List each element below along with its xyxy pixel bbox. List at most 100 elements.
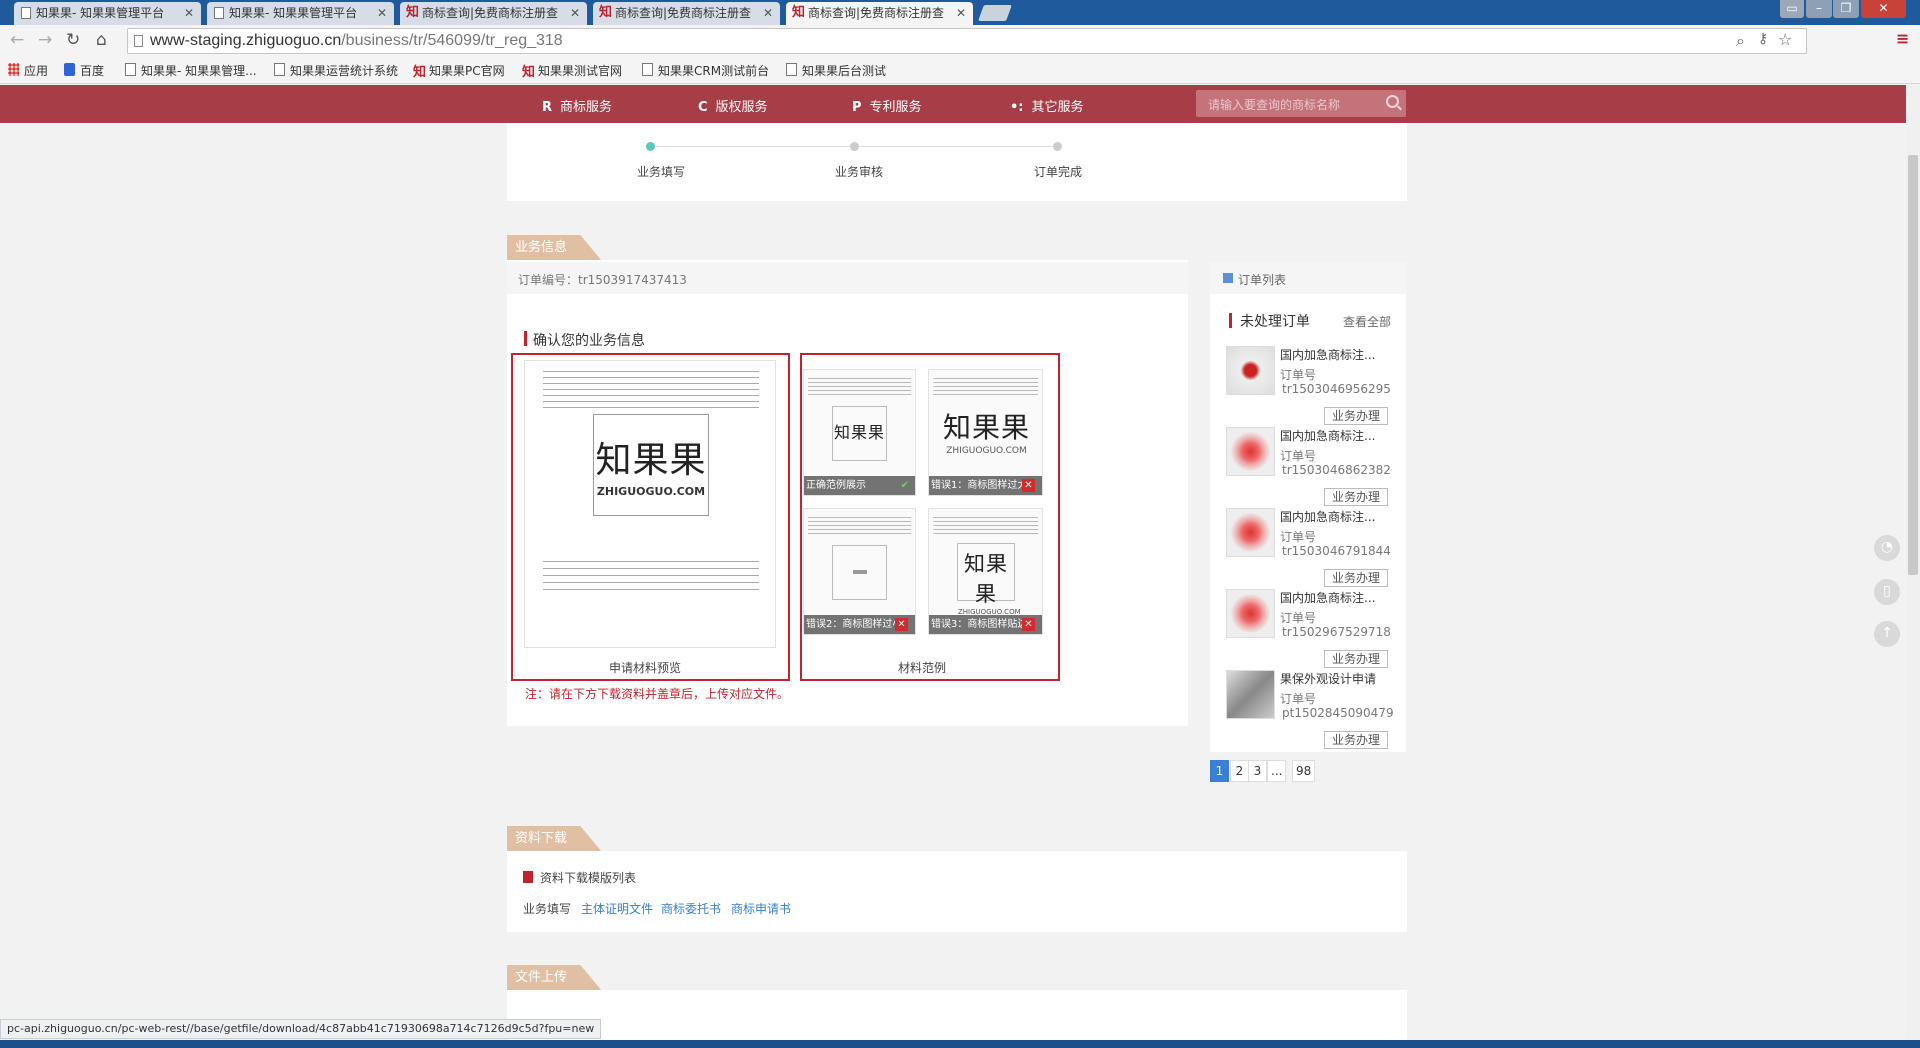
chat-icon[interactable]: ◔ — [1874, 535, 1900, 561]
search-icon[interactable] — [1386, 95, 1399, 108]
bookmark-ops-stats[interactable]: 知果果运营统计系统 — [274, 62, 398, 79]
doc-text-lines — [543, 561, 759, 591]
maximize-button[interactable]: ❐ — [1833, 0, 1859, 18]
file-icon — [523, 871, 533, 883]
order-label: 订单号 — [1280, 368, 1317, 382]
order-title[interactable]: 国内加急商标注... — [1280, 427, 1375, 444]
star-icon[interactable]: ☆ — [1778, 30, 1792, 49]
close-icon[interactable]: ✕ — [570, 2, 580, 24]
process-order-button[interactable]: 业务办理 — [1324, 569, 1388, 587]
order-item: 果保外观设计申请 订单号 pt1502845090479 业务办理 — [1226, 670, 1394, 751]
copyright-icon: C — [698, 100, 708, 115]
forward-icon[interactable]: → — [38, 30, 52, 50]
zoom-icon[interactable]: ⌕ — [1736, 31, 1745, 51]
progress-steps-panel — [507, 123, 1407, 201]
close-icon[interactable]: ✕ — [184, 2, 194, 24]
download-link-power-of-attorney[interactable]: 商标委托书 — [661, 900, 721, 917]
browser-toolbar: ← → ↻ ⌂ www-staging.zhiguoguo.cn/busines… — [0, 25, 1920, 58]
process-order-button[interactable]: 业务办理 — [1324, 407, 1388, 425]
order-title[interactable]: 国内加急商标注... — [1280, 589, 1375, 606]
minimize-button[interactable]: – — [1806, 0, 1832, 18]
example-caption: 错误3：商标图样贴边 ✕ — [929, 615, 1042, 634]
address-bar[interactable]: www-staging.zhiguoguo.cn/business/tr/546… — [127, 28, 1807, 54]
process-order-button[interactable]: 业务办理 — [1324, 731, 1388, 749]
order-item: 国内加急商标注... 订单号 tr1503046862382 业务办理 — [1226, 427, 1394, 508]
bookmark-label: 知果果后台测试 — [802, 64, 887, 78]
nav-other-services[interactable]: •: 其它服务 — [1010, 96, 1084, 115]
browser-tab-label: 知果果- 知果果管理平台 — [229, 6, 358, 20]
step-label: 订单完成 — [1034, 165, 1083, 179]
nav-trademark-services[interactable]: R 商标服务 — [542, 96, 612, 115]
bookmark-baidu[interactable]: 百度 — [64, 62, 104, 79]
page-button-current[interactable]: 1 — [1210, 760, 1229, 782]
process-order-button[interactable]: 业务办理 — [1324, 488, 1388, 506]
bookmark-label: 知果果- 知果果管理... — [141, 64, 257, 78]
example-touching-edge[interactable]: 知果果 ZHIGUOGUO.COM 错误3：商标图样贴边 ✕ — [928, 508, 1043, 635]
new-tab-button[interactable] — [978, 5, 1012, 21]
application-preview-doc[interactable]: 知果果 ZHIGUOGUO.COM — [524, 360, 776, 648]
page-button[interactable]: 2 — [1230, 760, 1249, 782]
nav-patent-services[interactable]: P 专利服务 — [852, 96, 922, 115]
patent-icon: P — [852, 100, 862, 115]
bookmark-test-site[interactable]: 知知果果测试官网 — [522, 62, 622, 80]
other-services-icon: •: — [1010, 100, 1024, 115]
trademark-search-input[interactable]: 请输入要查询的商标名称 — [1196, 90, 1406, 117]
bookmark-label: 知果果CRM测试前台 — [658, 64, 770, 78]
key-icon[interactable]: ⚷ — [1758, 31, 1768, 47]
order-title[interactable]: 国内加急商标注... — [1280, 508, 1375, 525]
reload-icon[interactable]: ↻ — [66, 30, 80, 50]
doc-text-lines — [933, 517, 1038, 535]
close-icon[interactable]: ✕ — [377, 2, 387, 24]
page-button[interactable]: 3 — [1248, 760, 1267, 782]
browser-tab-3[interactable]: 知 商标查询|免费商标注册查 ✕ — [400, 2, 587, 25]
browser-tab-2[interactable]: 知果果- 知果果管理平台 ✕ — [207, 2, 394, 25]
close-icon[interactable]: ✕ — [763, 2, 773, 24]
download-link-entity-proof[interactable]: 主体证明文件 — [581, 900, 653, 917]
logo-en: ZHIGUOGUO.COM — [946, 446, 1027, 456]
scrollbar-thumb[interactable] — [1908, 155, 1918, 575]
order-label: 订单号 — [1280, 611, 1317, 625]
nav-copyright-services[interactable]: C 版权服务 — [698, 96, 768, 115]
download-link-application-form[interactable]: 商标申请书 — [731, 900, 791, 917]
apps-icon — [8, 63, 19, 76]
rose-thumbnail — [1226, 589, 1275, 638]
browser-tab-1[interactable]: 知果果- 知果果管理平台 ✕ — [14, 2, 201, 25]
process-order-button[interactable]: 业务办理 — [1324, 650, 1388, 668]
order-title[interactable]: 果保外观设计申请 — [1280, 670, 1376, 687]
phone-icon[interactable]: ▯ — [1874, 579, 1900, 605]
browser-tab-4[interactable]: 知 商标查询|免费商标注册查 ✕ — [593, 2, 780, 25]
browser-tab-5-active[interactable]: 知 商标查询|免费商标注册查 ✕ — [786, 2, 973, 25]
zhi-icon: 知 — [522, 65, 536, 80]
bookmark-apps[interactable]: 应用 — [8, 62, 48, 79]
example-caption: 错误1：商标图样过大 ✕ — [929, 476, 1042, 495]
pending-orders-title: 未处理订单 — [1240, 314, 1310, 330]
logo-cn: 知果果 — [595, 440, 707, 481]
home-icon[interactable]: ⌂ — [96, 30, 107, 50]
rose-thumbnail — [1226, 508, 1275, 557]
bookmark-label: 百度 — [80, 64, 105, 78]
example-too-small[interactable]: 错误2：商标图样过小 ✕ — [803, 508, 916, 635]
bookmark-backend-test[interactable]: 知果果后台测试 — [786, 62, 886, 79]
menu-icon[interactable]: ≡ — [1896, 29, 1909, 48]
view-all-link[interactable]: 查看全部 — [1343, 313, 1391, 330]
example-caption-text: 错误3：商标图样贴边 — [931, 619, 1028, 630]
close-icon[interactable]: ✕ — [956, 2, 966, 24]
window-close-button[interactable]: ✕ — [1861, 0, 1906, 18]
bookmark-pc-site[interactable]: 知知果果PC官网 — [413, 62, 505, 80]
browser-tab-label: 知果果- 知果果管理平台 — [36, 6, 165, 20]
bookmark-crm-test[interactable]: 知果果CRM测试前台 — [642, 62, 769, 79]
order-label: 订单号 — [1280, 530, 1317, 544]
bookmark-zhiguoguo-admin[interactable]: 知果果- 知果果管理... — [125, 62, 257, 79]
sketch-thumbnail — [1226, 670, 1275, 719]
check-icon: ✔ — [900, 480, 909, 491]
user-icon[interactable]: ▭ — [1780, 0, 1804, 18]
back-icon[interactable]: ← — [10, 30, 24, 50]
example-correct[interactable]: 知果果 正确范例展示 ✔ — [803, 369, 916, 496]
order-title[interactable]: 国内加急商标注... — [1280, 346, 1375, 363]
list-icon — [1223, 273, 1233, 283]
back-to-top-icon[interactable]: ↑ — [1874, 621, 1900, 647]
step-dot — [850, 142, 859, 151]
example-too-large[interactable]: 知果果 ZHIGUOGUO.COM 错误1：商标图样过大 ✕ — [928, 369, 1043, 496]
page-button[interactable]: 98 — [1292, 760, 1316, 782]
page-scrollbar[interactable] — [1906, 85, 1920, 1048]
